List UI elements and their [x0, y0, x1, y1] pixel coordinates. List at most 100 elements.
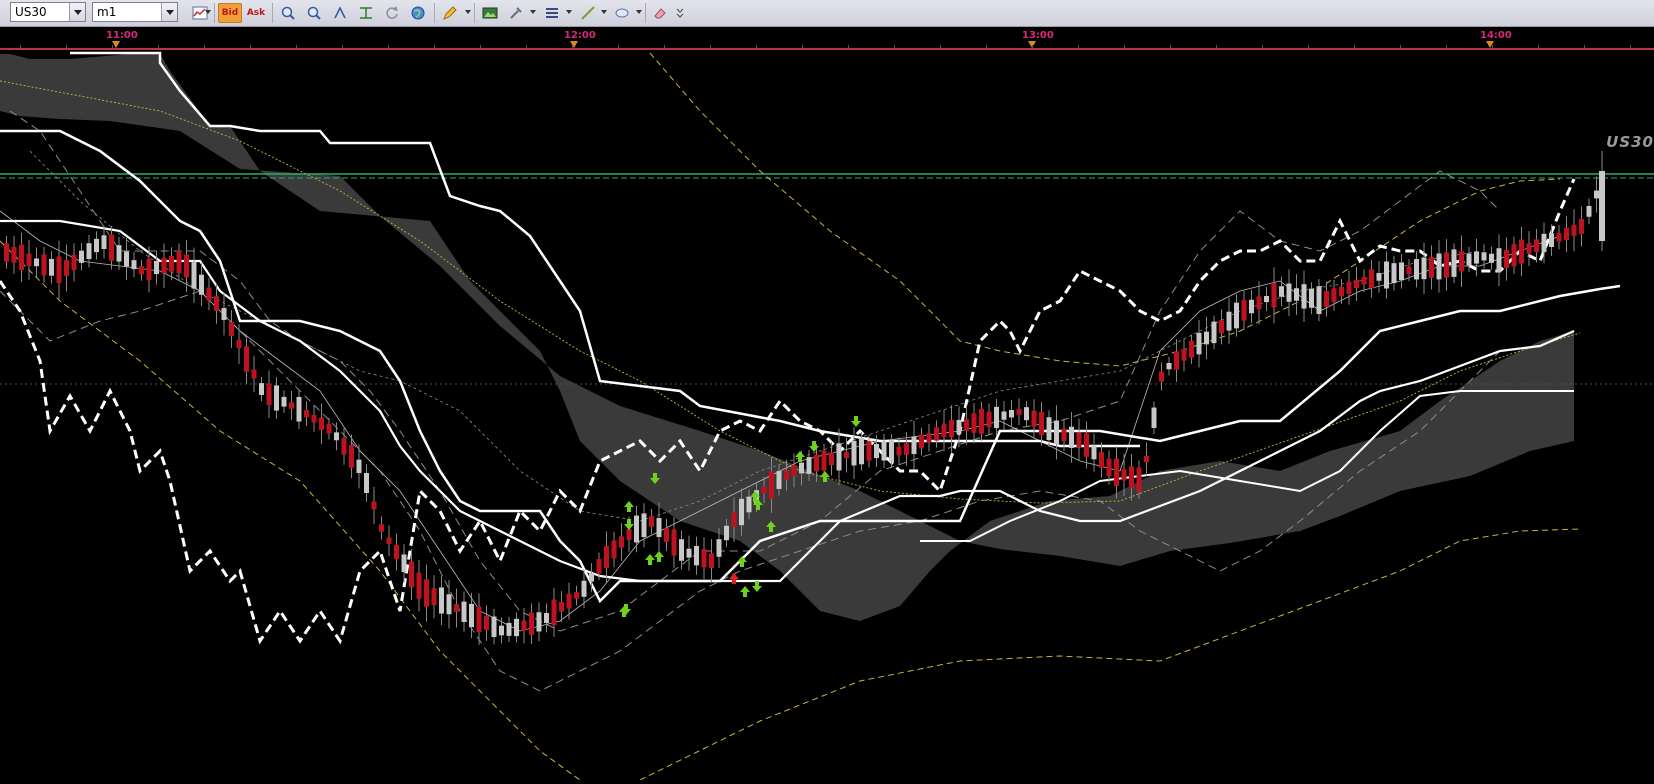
candle-body [686, 548, 692, 558]
candle-body [184, 254, 189, 278]
candle-body [994, 406, 999, 429]
time-scale: 11:00 12:00 13:00 14:00 [0, 27, 1654, 50]
pencil-icon[interactable] [440, 3, 460, 23]
ellipse-icon[interactable] [612, 3, 632, 23]
screenshot-icon[interactable] [480, 3, 500, 23]
trendline-dropdown-icon[interactable] [601, 10, 607, 14]
candle-body [424, 579, 429, 607]
autoscroll-icon[interactable] [330, 3, 350, 23]
timeframe-select[interactable]: m1 [92, 2, 178, 22]
candle-body [739, 498, 744, 526]
candle-body [289, 402, 294, 409]
candle-body [139, 266, 144, 275]
candle-body [836, 443, 842, 471]
candle-body [1189, 340, 1194, 358]
time-label: 11:00 [106, 30, 138, 41]
candle-body [266, 383, 272, 406]
candle-body [461, 601, 467, 622]
candle-body [311, 414, 317, 423]
candle-body [641, 513, 647, 538]
candle-body [1541, 233, 1547, 253]
candle-body [979, 408, 984, 434]
candle-body [244, 346, 249, 372]
candle-body [604, 545, 609, 569]
sell-arrow-icon [624, 519, 634, 530]
candle-body [1069, 426, 1074, 448]
candle-body [1594, 190, 1599, 199]
sell-arrow-icon [752, 581, 762, 592]
candle-body [274, 385, 279, 411]
candle-body [806, 457, 812, 474]
trendline-icon[interactable] [578, 3, 598, 23]
candle-body [761, 486, 767, 494]
zoom-out-icon[interactable] [304, 3, 324, 23]
timeframe-dropdown-icon[interactable] [161, 3, 177, 21]
candle-body [1226, 311, 1232, 331]
candle-body [829, 452, 834, 466]
buy-arrow-icon [740, 586, 750, 597]
candle-body [1504, 250, 1509, 268]
price-chart[interactable]: US30 [0, 51, 1654, 781]
candle-body [86, 243, 92, 260]
symbol-dropdown-icon[interactable] [69, 3, 85, 21]
candle-body [926, 433, 932, 443]
candle-body [1384, 261, 1389, 289]
candle-body [1271, 283, 1277, 308]
candle-body [731, 512, 737, 527]
candle-body [919, 434, 924, 449]
zoom-in-icon[interactable] [278, 3, 298, 23]
candle-body [394, 544, 399, 560]
period-separator-icon[interactable] [356, 3, 376, 23]
candle-body [874, 443, 879, 459]
candle-body [1459, 251, 1464, 272]
tools-dropdown-icon[interactable] [530, 10, 536, 14]
candle-body [364, 472, 369, 494]
eraser-icon[interactable] [650, 3, 670, 23]
lines-icon[interactable] [542, 3, 562, 23]
buy-arrow-icon [654, 551, 664, 562]
candle-body [341, 438, 347, 455]
candle-body [1511, 244, 1517, 267]
lines-dropdown-icon[interactable] [566, 10, 572, 14]
candle-body [1024, 407, 1029, 421]
candle-body [1489, 253, 1494, 263]
candle-body [1556, 233, 1562, 242]
candle-body [649, 516, 654, 527]
candle-body [454, 604, 459, 612]
ichimoku-cloud [0, 54, 1574, 621]
candle-body [1121, 469, 1127, 481]
candle-body [11, 246, 17, 263]
candle-body [799, 462, 804, 474]
candle-body [1429, 257, 1434, 278]
candle-body [1166, 362, 1172, 370]
candle-body [491, 616, 497, 637]
symbol-select[interactable]: US30 [10, 2, 86, 22]
candle-body [371, 501, 377, 510]
main-toolbar: US30 m1 Bid Ask [0, 0, 1654, 27]
candle-body [1091, 445, 1097, 460]
candle-body [544, 613, 549, 623]
toolbar-separator [474, 3, 475, 23]
candle-body [776, 471, 782, 489]
candle-body [1174, 351, 1179, 370]
candle-body [259, 383, 264, 395]
more-icon[interactable] [674, 3, 686, 23]
time-marker [112, 41, 120, 48]
refresh-icon[interactable] [382, 3, 402, 23]
ask-button[interactable]: Ask [244, 3, 268, 23]
candle-body [514, 618, 519, 637]
candle-body [236, 340, 242, 348]
sell-arrow-icon [729, 573, 739, 584]
tools-icon[interactable] [506, 3, 526, 23]
chart-type-dropdown-icon[interactable] [205, 10, 211, 14]
candle-body [116, 245, 122, 262]
globe-icon[interactable] [408, 3, 428, 23]
pencil-dropdown-icon[interactable] [465, 10, 471, 14]
candle-body [971, 413, 977, 433]
candle-body [1354, 279, 1359, 289]
candle-body [1599, 171, 1605, 241]
ellipse-dropdown-icon[interactable] [636, 10, 642, 14]
candle-body [1264, 295, 1269, 303]
bid-button[interactable]: Bid [218, 3, 242, 23]
candle-body [716, 539, 722, 557]
